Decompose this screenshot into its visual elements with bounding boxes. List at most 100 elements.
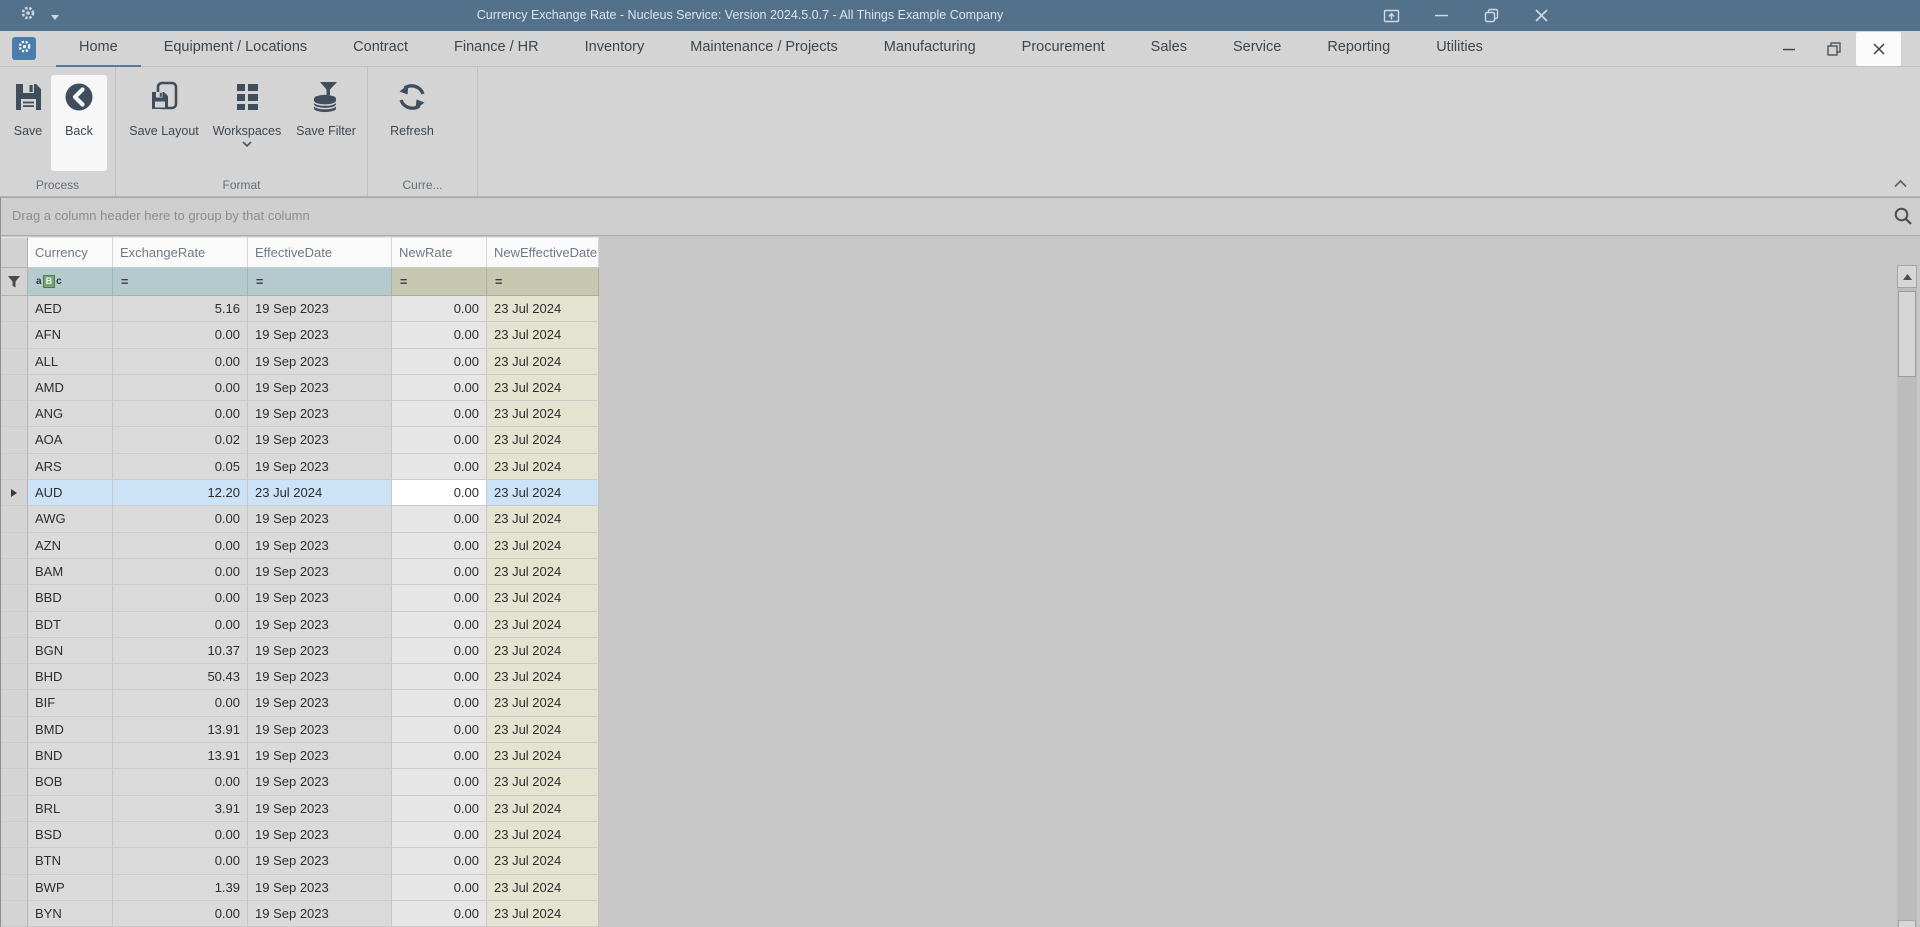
cell-effective-date[interactable]: 19 Sep 2023 [248,637,392,665]
cell-currency[interactable]: BTN [28,848,113,875]
cell-currency[interactable]: BDT [28,611,113,638]
row-indicator[interactable] [1,348,28,375]
row-indicator[interactable] [1,453,28,481]
cell-currency[interactable]: ALL [28,348,113,375]
dock-window-icon[interactable] [1378,0,1404,31]
cell-exchange-rate[interactable]: 0.02 [113,427,248,454]
save-filter-button[interactable]: Save Filter [290,75,362,171]
cell-new-rate[interactable]: 0.00 [392,506,487,533]
save-button[interactable]: Save [5,75,51,171]
tab-utilities[interactable]: Utilities [1413,31,1506,67]
cell-currency[interactable]: BHD [28,664,113,691]
cell-effective-date[interactable]: 19 Sep 2023 [248,453,392,481]
cell-new-effective-date[interactable]: 23 Jul 2024 [487,874,599,901]
cell-currency[interactable]: BIF [28,690,113,717]
tab-maintenance-projects[interactable]: Maintenance / Projects [667,31,861,67]
cell-exchange-rate[interactable]: 13.91 [113,716,248,744]
cell-new-effective-date[interactable]: 23 Jul 2024 [487,427,599,454]
grid-row-bhd[interactable]: BHD 50.43 19 Sep 2023 0.00 23 Jul 2024 [1,664,599,691]
cell-effective-date[interactable]: 19 Sep 2023 [248,585,392,612]
ribbon-collapse-chevron-icon[interactable] [1893,176,1908,188]
row-indicator[interactable] [1,401,28,428]
grid-row-bgn[interactable]: BGN 10.37 19 Sep 2023 0.00 23 Jul 2024 [1,637,599,665]
cell-exchange-rate[interactable]: 13.91 [113,743,248,770]
restore-document-icon[interactable] [1811,32,1856,66]
grid-row-afn[interactable]: AFN 0.00 19 Sep 2023 0.00 23 Jul 2024 [1,322,599,349]
cell-exchange-rate[interactable]: 0.00 [113,690,248,717]
cell-exchange-rate[interactable]: 0.00 [113,611,248,638]
cell-currency[interactable]: ANG [28,401,113,428]
cell-currency[interactable]: BWP [28,874,113,901]
row-indicator[interactable] [1,716,28,744]
cell-currency[interactable]: AMD [28,374,113,402]
cell-new-effective-date[interactable]: 23 Jul 2024 [487,743,599,770]
cell-exchange-rate[interactable]: 0.00 [113,532,248,559]
cell-new-rate[interactable]: 0.00 [392,900,487,927]
cell-exchange-rate[interactable]: 1.39 [113,874,248,901]
cell-effective-date[interactable]: 19 Sep 2023 [248,848,392,875]
cell-effective-date[interactable]: 19 Sep 2023 [248,532,392,559]
minimize-document-icon[interactable] [1766,32,1811,66]
filter-cell-neweffectivedate[interactable]: = [487,268,599,296]
scrollbar-down-arrow[interactable] [1898,920,1916,927]
grid-row-bam[interactable]: BAM 0.00 19 Sep 2023 0.00 23 Jul 2024 [1,558,599,586]
cell-new-effective-date[interactable]: 23 Jul 2024 [487,453,599,481]
tab-contract[interactable]: Contract [330,31,431,67]
cell-effective-date[interactable]: 19 Sep 2023 [248,427,392,454]
row-indicator[interactable] [1,821,28,849]
quick-access-dropdown-icon[interactable] [51,7,59,25]
cell-effective-date[interactable]: 19 Sep 2023 [248,296,392,323]
column-header-currency[interactable]: Currency [28,237,113,268]
cell-exchange-rate[interactable]: 0.00 [113,558,248,586]
cell-new-rate[interactable]: 0.00 [392,848,487,875]
cell-new-rate[interactable]: 0.00 [392,532,487,559]
cell-new-effective-date[interactable]: 23 Jul 2024 [487,716,599,744]
cell-new-effective-date[interactable]: 23 Jul 2024 [487,558,599,586]
cell-effective-date[interactable]: 19 Sep 2023 [248,374,392,402]
filter-cell-currency[interactable]: aBc [28,268,113,296]
grid-row-awg[interactable]: AWG 0.00 19 Sep 2023 0.00 23 Jul 2024 [1,506,599,533]
tab-inventory[interactable]: Inventory [562,31,668,67]
cell-new-effective-date[interactable]: 23 Jul 2024 [487,900,599,927]
cell-exchange-rate[interactable]: 50.43 [113,664,248,691]
row-indicator[interactable] [1,322,28,349]
cell-new-effective-date[interactable]: 23 Jul 2024 [487,769,599,796]
cell-currency[interactable]: BBD [28,585,113,612]
cell-new-rate[interactable]: 0.00 [392,637,487,665]
cell-currency[interactable]: BGN [28,637,113,665]
cell-new-rate[interactable]: 0.00 [392,795,487,822]
row-indicator[interactable] [1,585,28,612]
cell-new-effective-date[interactable]: 23 Jul 2024 [487,795,599,822]
row-indicator[interactable] [1,480,28,507]
cell-new-effective-date[interactable]: 23 Jul 2024 [487,611,599,638]
cell-effective-date[interactable]: 19 Sep 2023 [248,664,392,691]
row-indicator[interactable] [1,664,28,691]
tab-finance-hr[interactable]: Finance / HR [431,31,562,67]
cell-currency[interactable]: ARS [28,453,113,481]
row-indicator[interactable] [1,532,28,559]
cell-effective-date[interactable]: 19 Sep 2023 [248,348,392,375]
filter-cell-exchangerate[interactable]: = [113,268,248,296]
row-indicator[interactable] [1,637,28,665]
cell-exchange-rate[interactable]: 0.00 [113,374,248,402]
cell-new-effective-date[interactable]: 23 Jul 2024 [487,532,599,559]
cell-effective-date[interactable]: 19 Sep 2023 [248,769,392,796]
column-header-neweffectivedate[interactable]: NewEffectiveDate [487,237,599,268]
grid-row-aed[interactable]: AED 5.16 19 Sep 2023 0.00 23 Jul 2024 [1,296,599,323]
cell-new-effective-date[interactable]: 23 Jul 2024 [487,506,599,533]
cell-currency[interactable]: BSD [28,821,113,849]
grid-row-bif[interactable]: BIF 0.00 19 Sep 2023 0.00 23 Jul 2024 [1,690,599,717]
cell-new-effective-date[interactable]: 23 Jul 2024 [487,374,599,402]
gear-icon[interactable] [20,5,36,26]
grid-row-ars[interactable]: ARS 0.05 19 Sep 2023 0.00 23 Jul 2024 [1,453,599,481]
workspaces-dropdown-chevron-icon[interactable] [242,141,252,157]
cell-new-rate[interactable]: 0.00 [392,716,487,744]
grid-row-bnd[interactable]: BND 13.91 19 Sep 2023 0.00 23 Jul 2024 [1,743,599,770]
cell-new-rate[interactable]: 0.00 [392,453,487,481]
close-window-icon[interactable] [1528,0,1554,31]
grid-row-ang[interactable]: ANG 0.00 19 Sep 2023 0.00 23 Jul 2024 [1,401,599,428]
cell-new-rate[interactable]: 0.00 [392,322,487,349]
cell-effective-date[interactable]: 19 Sep 2023 [248,900,392,927]
cell-exchange-rate[interactable]: 0.00 [113,821,248,849]
cell-new-rate[interactable]: 0.00 [392,480,487,507]
